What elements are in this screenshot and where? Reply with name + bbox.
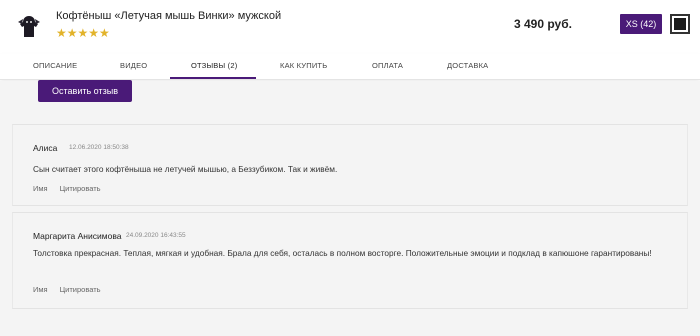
- product-title: Кофтёныш «Летучая мышь Винки» мужской: [56, 10, 282, 22]
- quote-link[interactable]: Цитировать: [60, 184, 101, 193]
- reply-name-link[interactable]: Имя: [33, 184, 48, 193]
- product-tabs: ОПИСАНИЕ ВИДЕО ОТЗЫВЫ (2) КАК КУПИТЬ ОПЛ…: [0, 54, 700, 80]
- size-select-button[interactable]: XS (42): [620, 14, 662, 34]
- color-swatch[interactable]: [670, 14, 690, 34]
- review-item: Маргарита Анисимова 24.09.2020 16:43:55 …: [12, 212, 688, 309]
- tab-delivery[interactable]: ДОСТАВКА: [447, 61, 488, 70]
- review-author: Маргарита Анисимова: [33, 231, 122, 241]
- tab-how-to-buy[interactable]: КАК КУПИТЬ: [280, 61, 327, 70]
- reply-name-link[interactable]: Имя: [33, 285, 48, 294]
- review-author: Алиса: [33, 143, 58, 153]
- tab-description[interactable]: ОПИСАНИЕ: [33, 61, 77, 70]
- review-text: Сын считает этого кофтёныша не летучей м…: [33, 164, 338, 174]
- product-price: 3 490 руб.: [514, 17, 572, 31]
- review-text: Толстовка прекрасная. Теплая, мягкая и у…: [33, 248, 652, 258]
- rating-stars: ★★★★★: [56, 26, 110, 40]
- tab-video[interactable]: ВИДЕО: [120, 61, 147, 70]
- tab-payment[interactable]: ОПЛАТА: [372, 61, 403, 70]
- leave-review-button[interactable]: Оставить отзыв: [38, 80, 132, 102]
- quote-link[interactable]: Цитировать: [60, 285, 101, 294]
- tab-reviews[interactable]: ОТЗЫВЫ (2): [191, 61, 237, 70]
- review-item: Алиса 12.06.2020 18:50:38 Сын считает эт…: [12, 124, 688, 206]
- active-tab-indicator: [170, 77, 256, 79]
- product-header: Кофтёныш «Летучая мышь Винки» мужской ★★…: [0, 0, 700, 48]
- review-date: 12.06.2020 18:50:38: [69, 144, 129, 151]
- product-thumbnail-icon[interactable]: [16, 10, 42, 40]
- review-date: 24.09.2020 16:43:55: [126, 232, 186, 239]
